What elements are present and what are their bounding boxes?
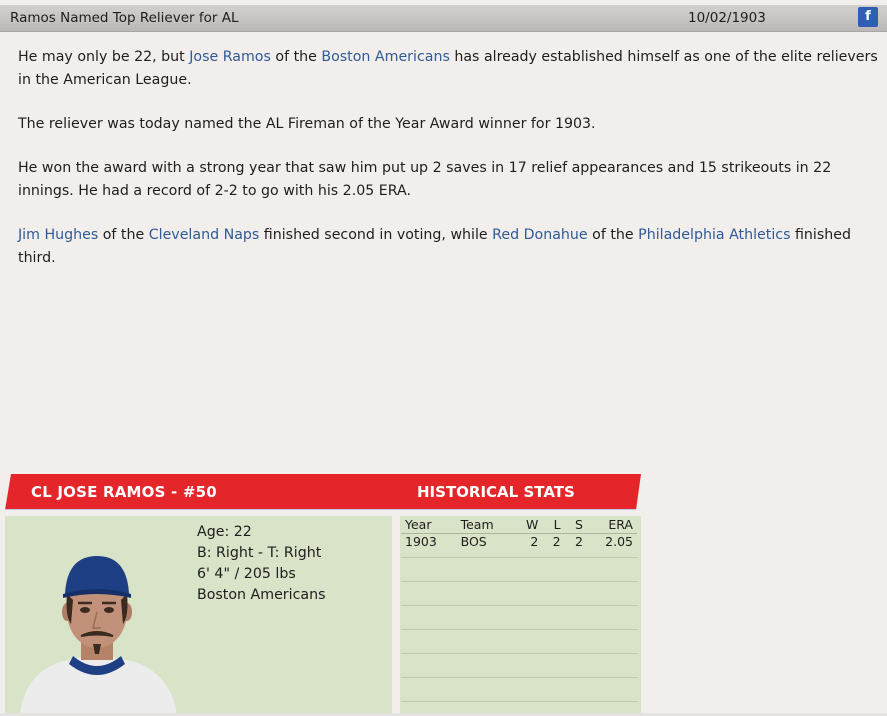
team-link-philadelphia-athletics[interactable]: Philadelphia Athletics [638,227,790,243]
empty-row [401,557,637,582]
text: of the [98,227,149,243]
col-year: Year [401,516,457,534]
table-row: 1903 BOS 2 2 2 2.05 [401,533,637,558]
stats-header-row: Year Team W L S ERA [401,516,637,534]
col-saves: S [564,516,587,534]
player-card-header: CL JOSE RAMOS - #50 HISTORICAL STATS [5,474,641,510]
col-era: ERA [586,516,637,534]
text: of the [587,227,639,243]
paragraph-4: Jim Hughes of the Cleveland Naps finishe… [18,224,880,270]
col-team: Team [456,516,514,534]
player-link-jim-hughes[interactable]: Jim Hughes [18,227,98,243]
paragraph-1: He may only be 22, but Jose Ramos of the… [18,46,880,92]
player-bats-throws: B: Right - T: Right [197,545,322,561]
cell-team: BOS [456,533,514,558]
cell-year: 1903 [401,533,457,558]
cell-era: 2.05 [586,533,637,558]
cell-wins: 2 [513,533,543,558]
historical-stats-panel: Year Team W L S ERA 1903 BOS 2 2 2 2.05 [400,516,641,713]
empty-row [401,653,637,678]
col-losses: L [542,516,565,534]
paragraph-3: He won the award with a strong year that… [18,160,832,199]
team-link-boston-americans[interactable]: Boston Americans [321,49,449,65]
facebook-share-icon[interactable]: f [858,7,878,27]
stats-table: Year Team W L S ERA 1903 BOS 2 2 2 2.05 [401,516,637,702]
article-title-bar: Ramos Named Top Reliever for AL 10/02/19… [0,5,887,32]
cell-losses: 2 [542,533,565,558]
player-height-weight: 6' 4" / 205 lbs [197,566,296,582]
article-date: 10/02/1903 [688,10,766,26]
col-wins: W [513,516,543,534]
paragraph-2: The reliever was today named the AL Fire… [18,116,596,132]
empty-row [401,677,637,702]
historical-stats-title: HISTORICAL STATS [417,483,575,501]
player-card-body: Age: 22 B: Right - T: Right 6' 4" / 205 … [5,516,392,714]
empty-row [401,581,637,606]
player-team: Boston Americans [197,587,326,603]
team-link-cleveland-naps[interactable]: Cleveland Naps [149,227,260,243]
cell-saves: 2 [564,533,587,558]
player-card-name[interactable]: CL JOSE RAMOS - #50 [31,483,217,501]
article-title: Ramos Named Top Reliever for AL [10,10,239,26]
empty-row [401,605,637,630]
player-age: Age: 22 [197,524,252,540]
text: He may only be 22, but [18,49,190,65]
text: of the [270,49,322,65]
empty-row [401,629,637,654]
player-portrait[interactable] [15,554,185,714]
article-body: He may only be 22, but Jose Ramos of the… [18,46,880,291]
text: finished second in voting, while [259,227,493,243]
player-info: Age: 22 B: Right - T: Right 6' 4" / 205 … [197,522,325,606]
player-link-red-donahue[interactable]: Red Donahue [492,227,587,243]
player-link-jose-ramos[interactable]: Jose Ramos [189,49,271,65]
